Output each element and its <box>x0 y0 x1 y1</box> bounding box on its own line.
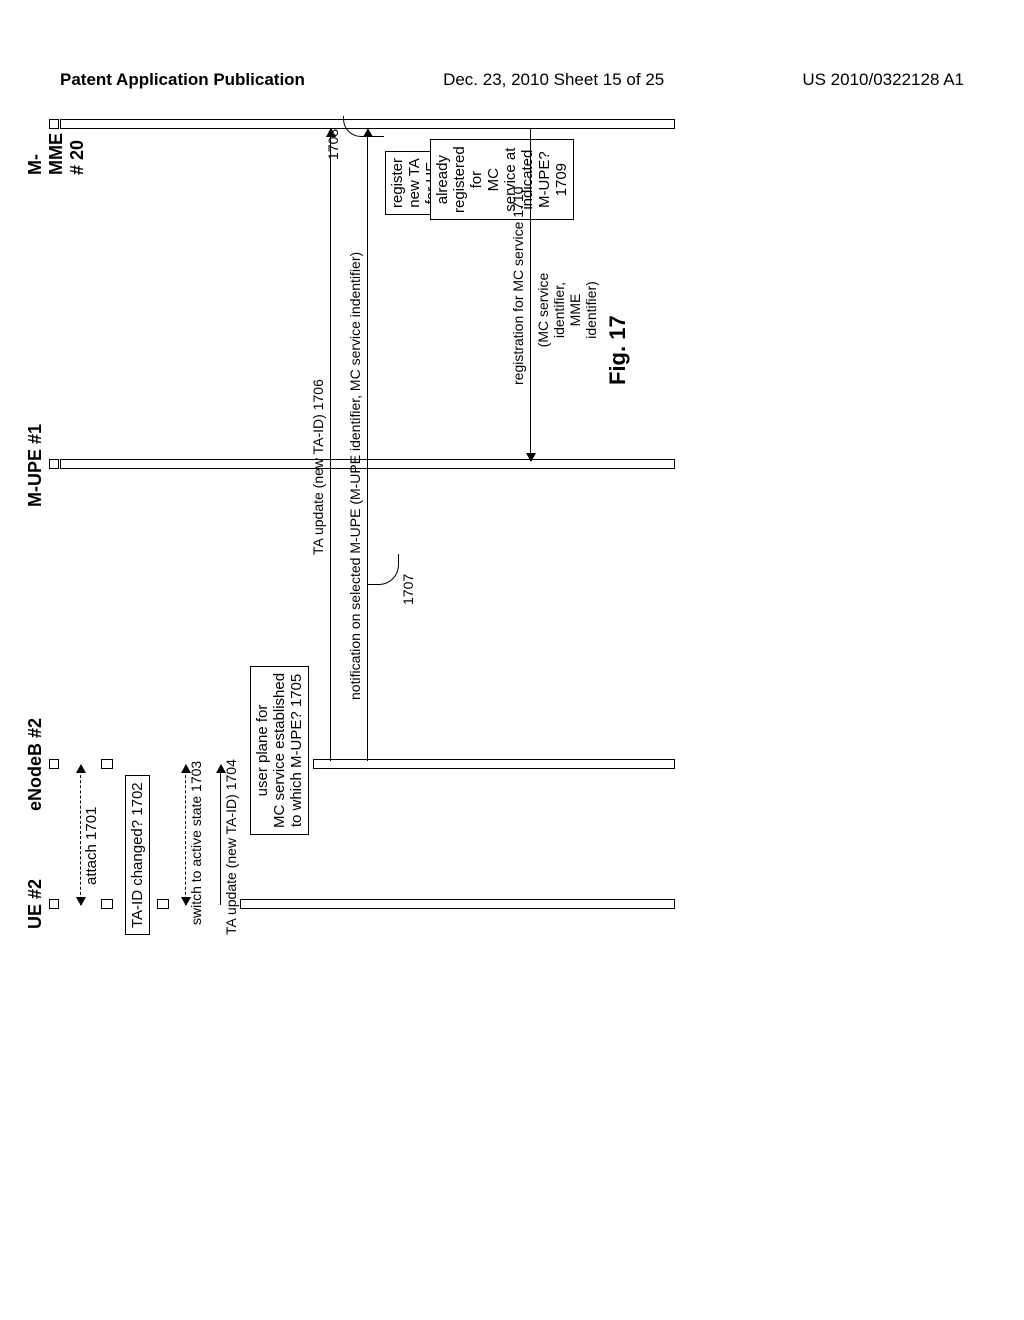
msg-taupdate-mmme-arrow <box>330 129 331 761</box>
actor-mupe: M-UPE #1 <box>25 424 46 507</box>
label-1707: 1707 <box>400 574 416 605</box>
box-ta-changed: TA-ID changed? 1702 <box>125 775 150 935</box>
msg-notification: notification on selected M-UPE (M-UPE id… <box>347 252 363 700</box>
msg-reg-params: (MC service identifier, MME identifier) <box>535 265 599 355</box>
msg-attach: attach 1701 <box>83 807 100 885</box>
header-right: US 2010/0322128 A1 <box>802 70 964 90</box>
curve-1708 <box>343 116 384 137</box>
msg-notification-arrow <box>367 129 368 761</box>
curve-1707 <box>368 554 399 585</box>
box-user-plane: user plane for MC service established to… <box>250 666 309 835</box>
figure-label: Fig. 17 <box>605 315 631 385</box>
msg-taupdate-enb-arrow <box>220 765 221 905</box>
actor-enb: eNodeB #2 <box>25 718 46 811</box>
label-1708: 1708 <box>325 129 341 160</box>
msg-taupdate-mmme: TA update (new TA-ID) 1706 <box>310 379 326 555</box>
msg-registration-arrow <box>530 129 531 461</box>
header-left: Patent Application Publication <box>60 70 305 90</box>
actor-ue: UE #2 <box>25 879 46 929</box>
msg-attach-arrow <box>80 765 81 905</box>
msg-switch: switch to active state 1703 <box>188 761 204 925</box>
box-already-reg: already registered for MC service at ind… <box>430 139 574 220</box>
msg-switch-arrow <box>185 765 186 905</box>
sequence-diagram: UE #2 eNodeB #2 M-UPE #1 M-MME # 20 atta… <box>25 265 955 945</box>
msg-registration: registration for MC service 1710 <box>510 187 526 385</box>
actor-mmme: M-MME # 20 <box>25 133 88 175</box>
msg-taupdate-enb: TA update (new TA-ID) 1704 <box>223 759 239 935</box>
header-center: Dec. 23, 2010 Sheet 15 of 25 <box>443 70 664 90</box>
